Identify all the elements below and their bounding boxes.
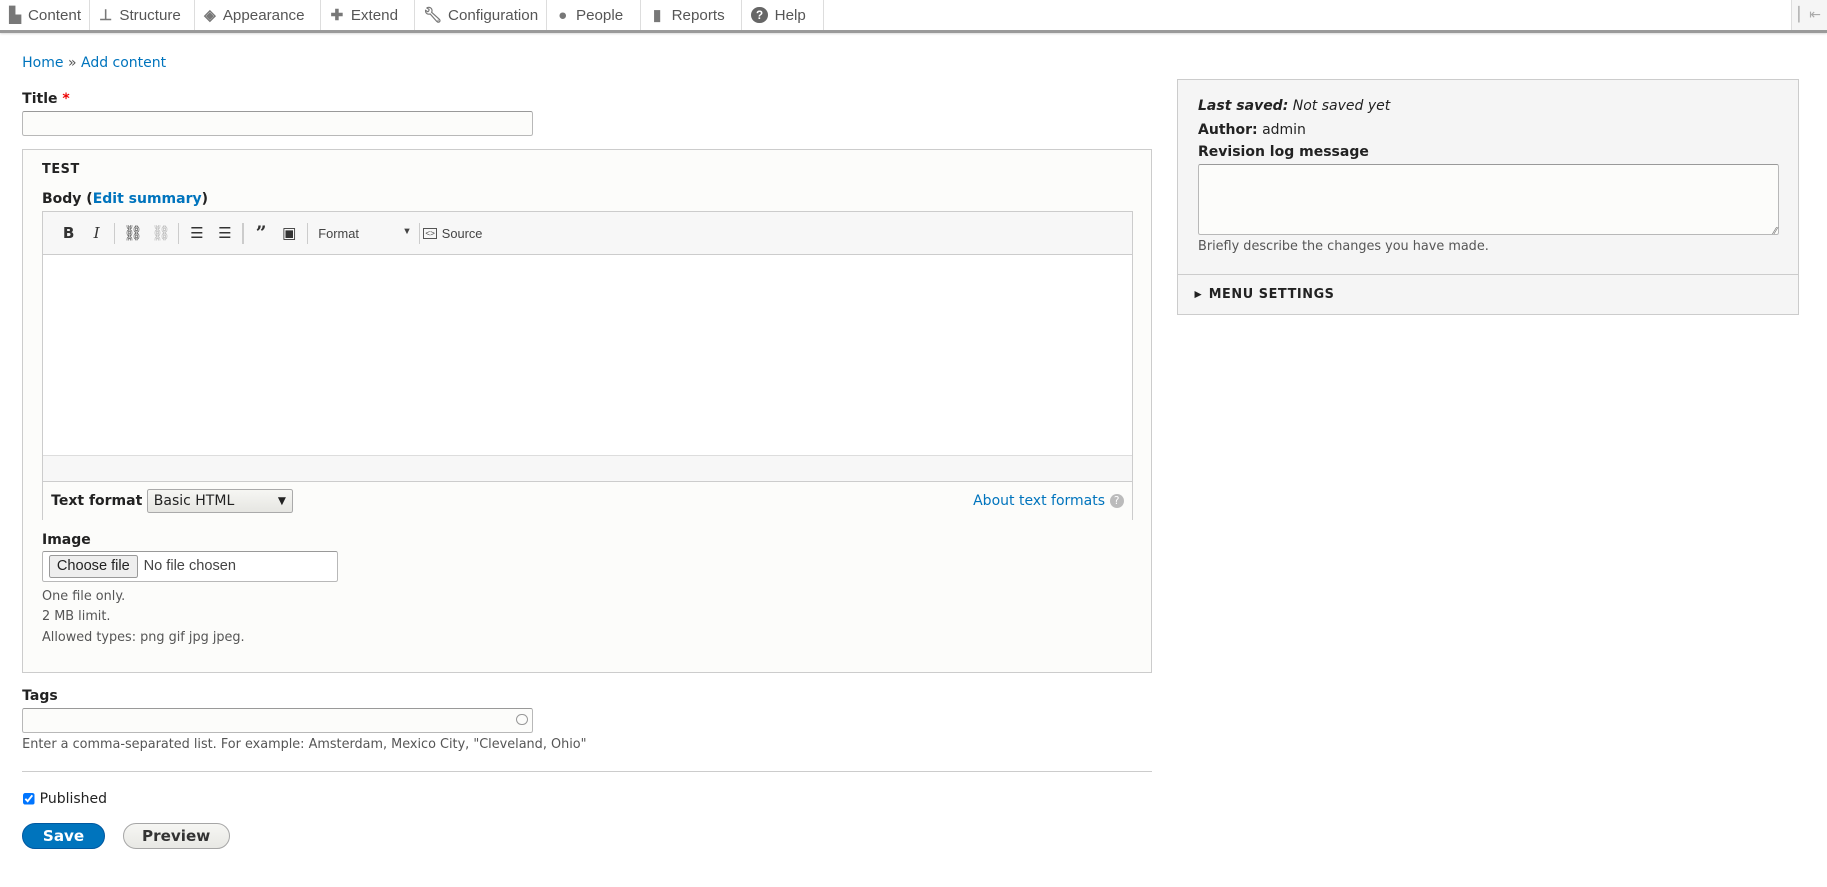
tags-label: Tags [22, 688, 58, 705]
bold-icon[interactable]: B [55, 224, 83, 242]
toolbar-orientation-toggle[interactable]: ▏⇤ [1791, 0, 1827, 31]
toolbar-item-help[interactable]: ? Help [742, 0, 824, 31]
title-input[interactable] [22, 110, 534, 137]
sitemap-icon: ⊥ [99, 7, 113, 25]
help-icon: ? [751, 7, 768, 24]
revision-log-label: Revision log message [1198, 144, 1369, 161]
no-file-text: No file chosen [143, 558, 236, 575]
revision-log-description: Briefly describe the changes you have ma… [1198, 238, 1489, 254]
link-icon[interactable]: ⛓ [119, 224, 147, 242]
menu-settings-toggle[interactable]: ▶ MENU SETTINGS [1178, 274, 1798, 314]
editor-status-bar [43, 454, 1132, 483]
triangle-right-icon: ▶ [1194, 288, 1202, 300]
autocomplete-icon [516, 713, 528, 726]
revision-log-textarea[interactable]: ⁄⁄ [1198, 164, 1780, 237]
edit-summary-link[interactable]: Edit summary [93, 191, 202, 207]
toolbar-item-configuration[interactable]: 🔧︎ Configuration [415, 0, 548, 31]
text-format-wrapper: Text format Basic HTML ▼ About text forma… [43, 482, 1132, 520]
published-wrapper: Published [23, 791, 107, 807]
resize-handle-icon: ⁄⁄ [1773, 225, 1777, 237]
toolbar-item-people[interactable]: ● People [547, 0, 641, 31]
meta-sidebar: Last saved: Not saved yet Author: admin … [1177, 79, 1800, 315]
toolbar-item-content[interactable]: ▙ Content [0, 0, 90, 31]
unlink-icon[interactable]: ⛓ [147, 224, 175, 242]
required-marker: * [62, 91, 70, 107]
wrench-icon: 🔧︎ [423, 7, 443, 25]
author: Author: admin [1198, 122, 1306, 139]
body-label: Body (Edit summary) [42, 191, 209, 208]
preview-button[interactable]: Preview [122, 822, 230, 850]
italic-icon[interactable]: I [83, 224, 111, 242]
dropdown-arrow-icon: ▼ [402, 225, 412, 236]
blockquote-icon[interactable]: ” [247, 222, 275, 244]
toolbar-item-structure[interactable]: ⊥ Structure [90, 0, 195, 31]
about-text-formats-link[interactable]: About text formats [973, 493, 1105, 509]
fieldset-legend: TEST [42, 162, 80, 178]
people-icon: ● [558, 6, 568, 24]
source-icon: <> [423, 227, 438, 239]
divider [22, 771, 1152, 773]
help-icon: ? [1109, 493, 1124, 508]
source-button[interactable]: <> Source [423, 226, 482, 241]
collapse-arrow-icon: ▏⇤ [1798, 7, 1821, 24]
paint-icon: ◈ [204, 7, 216, 25]
title-label: Title * [22, 91, 70, 107]
editor-toolbar: B I ⛓ ⛓ ☰ ☰ ” ▣ Format ▼ <> Source [43, 212, 1132, 256]
text-format-select[interactable]: Basic HTML ▼ [146, 489, 293, 513]
breadcrumb: Home » Add content [22, 54, 167, 71]
published-checkbox[interactable] [23, 793, 35, 805]
last-saved: Last saved: Not saved yet [1198, 97, 1391, 114]
image-description: One file only. 2 MB limit. Allowed types: … [42, 588, 245, 645]
numbered-list-icon[interactable]: ☰ [211, 224, 239, 242]
toolbar-item-reports[interactable]: ▮ Reports [641, 0, 743, 31]
breadcrumb-home[interactable]: Home [22, 55, 63, 71]
tags-description: Enter a comma-separated list. For exampl… [22, 737, 587, 753]
body-editor: B I ⛓ ⛓ ☰ ☰ ” ▣ Format ▼ <> Source Text fo… [42, 211, 1133, 521]
image-icon[interactable]: ▣ [275, 224, 303, 242]
published-label: Published [39, 791, 108, 808]
bar-chart-icon: ▮ [653, 7, 662, 25]
choose-file-button[interactable]: Choose file [48, 555, 138, 578]
toolbar-item-appearance[interactable]: ◈ Appearance [195, 0, 321, 31]
admin-toolbar: ▙ Content ⊥ Structure ◈ Appearance ✚ Extend … [0, 0, 1827, 34]
toolbar-item-extend[interactable]: ✚ Extend [321, 0, 416, 31]
bulleted-list-icon[interactable]: ☰ [183, 224, 211, 242]
tags-input[interactable] [22, 708, 534, 733]
editor-content-area[interactable] [43, 255, 1132, 455]
puzzle-icon: ✚ [330, 7, 344, 25]
file-icon: ▙ [9, 7, 21, 25]
breadcrumb-add-content[interactable]: Add content [81, 55, 166, 71]
image-label: Image [42, 532, 91, 548]
format-dropdown[interactable]: Format ▼ [311, 226, 411, 241]
dropdown-arrow-icon: ▼ [277, 494, 286, 507]
save-button[interactable]: Save [22, 822, 105, 850]
image-file-input[interactable]: Choose file No file chosen [42, 550, 339, 583]
